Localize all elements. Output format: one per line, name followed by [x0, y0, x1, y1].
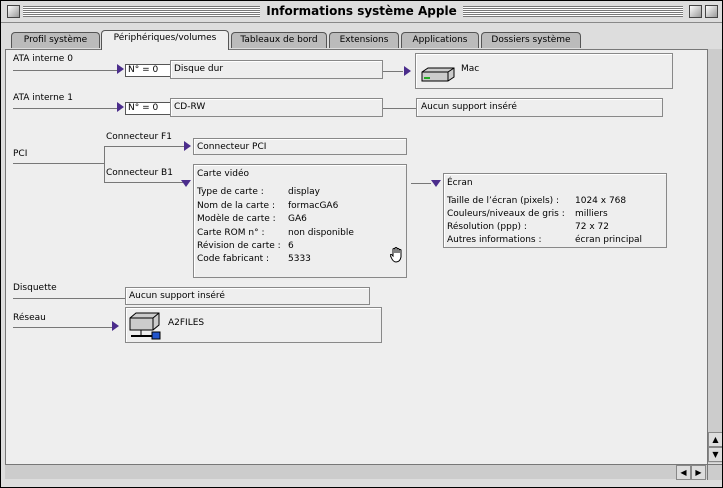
hand-cursor-icon [389, 247, 404, 263]
pci-bus-line [13, 163, 104, 164]
tab-bar: Profil système Périphériques/volumes Tab… [1, 23, 722, 50]
tab-extensions[interactable]: Extensions [329, 32, 399, 48]
grow-box-icon[interactable] [707, 464, 722, 480]
ata0-volume-line [383, 71, 403, 72]
card-row-value: non disponible [288, 228, 354, 238]
screen-row-key: Couleurs/niveaux de gris : [447, 209, 565, 219]
floppy-connector-line [13, 298, 125, 299]
ata1-media-line [383, 108, 416, 109]
window-title-wrap: Informations système Apple [1, 4, 722, 18]
screen-title: Écran [447, 178, 473, 188]
ata1-device-name: CD-RW [174, 102, 206, 112]
screen-box: Écran Taille de l’écran (pixels) : 1024 … [443, 173, 667, 248]
screen-row-value: 1024 x 768 [575, 196, 627, 206]
ata0-volume-box: Mac [415, 53, 673, 89]
ata1-label: ATA interne 1 [13, 93, 73, 103]
screen-disclosure-triangle[interactable] [431, 180, 441, 187]
pci-f1-label: Connecteur F1 [106, 132, 172, 142]
window-title: Informations système Apple [260, 4, 463, 18]
floppy-media-box: Aucun support inséré [125, 287, 370, 305]
screen-row-key: Résolution (ppp) : [447, 222, 527, 232]
zoom-box[interactable] [689, 5, 702, 18]
ata1-connector-line [13, 108, 117, 109]
network-label: Réseau [13, 313, 46, 323]
ata0-volume-disclosure-triangle[interactable] [404, 66, 411, 76]
network-disclosure-triangle[interactable] [112, 321, 119, 331]
network-volume-name[interactable]: A2FILES [168, 318, 204, 328]
tab-peripheriques-volumes[interactable]: Périphériques/volumes [101, 30, 229, 50]
pci-b1-label: Connecteur B1 [106, 168, 173, 178]
tab-tableaux-de-bord[interactable]: Tableaux de bord [231, 32, 327, 48]
pci-f1-disclosure-triangle[interactable] [184, 141, 191, 151]
scroll-left-arrow-icon[interactable]: ◀ [676, 465, 691, 480]
scroll-right-arrow-icon[interactable]: ▶ [691, 465, 706, 480]
ata0-device-name: Disque dur [174, 64, 224, 74]
ata1-device-box: CD-RW [170, 98, 383, 117]
tab-profil-systeme[interactable]: Profil système [11, 32, 100, 48]
floppy-label: Disquette [13, 283, 57, 293]
system-info-window: Informations système Apple Profil systèm… [0, 0, 723, 488]
scroll-up-arrow-icon[interactable]: ▲ [708, 432, 722, 447]
network-volume-icon [128, 310, 162, 340]
screen-row-value: 72 x 72 [575, 222, 609, 232]
pci-f1-line [104, 146, 184, 147]
ata0-volume-name[interactable]: Mac [461, 64, 479, 74]
ata0-disclosure-triangle[interactable] [117, 64, 124, 74]
network-volume-box: A2FILES [125, 307, 382, 343]
pci-b1-disclosure-triangle[interactable] [181, 180, 191, 187]
ata0-device-box: Disque dur [170, 60, 383, 79]
card-row-key: Modèle de carte : [197, 214, 276, 224]
ata1-disclosure-triangle[interactable] [117, 102, 124, 112]
pci-label: PCI [13, 149, 28, 159]
screen-row-value: écran principal [575, 235, 643, 245]
card-row-key: Type de carte : [197, 187, 264, 197]
card-row-key: Carte ROM n° : [197, 228, 265, 238]
card-row-value: GA6 [288, 214, 307, 224]
network-connector-line [13, 327, 112, 328]
ata1-media-box: Aucun support inséré [416, 98, 663, 117]
scroll-down-arrow-icon[interactable]: ▼ [708, 447, 722, 462]
screen-connector-line [411, 183, 431, 184]
card-row-key: Révision de carte : [197, 241, 281, 251]
pci-b1-line [104, 182, 184, 183]
screen-row-key: Autres informations : [447, 235, 542, 245]
ata0-label: ATA interne 0 [13, 54, 73, 64]
pci-f1-content: Connecteur PCI [197, 142, 267, 152]
card-row-value: display [288, 187, 320, 197]
video-card-box: Carte vidéo Type de carte : display Nom … [193, 164, 407, 278]
card-row-value: formacGA6 [288, 201, 339, 211]
screen-row-key: Taille de l’écran (pixels) : [447, 196, 560, 206]
card-row-key: Nom de la carte : [197, 201, 275, 211]
hard-disk-icon [420, 67, 456, 82]
ata0-id-field: N° = 0 [125, 64, 171, 77]
horizontal-scrollbar[interactable]: ◀ ▶ [5, 464, 707, 480]
screen-row-value: milliers [575, 209, 608, 219]
tab-applications[interactable]: Applications [401, 32, 479, 48]
title-bar[interactable]: Informations système Apple [1, 1, 722, 23]
tab-dossiers-systeme[interactable]: Dossiers système [481, 32, 581, 48]
vertical-scrollbar[interactable]: ▲ ▼ [707, 49, 722, 463]
card-row-key: Code fabricant : [197, 254, 270, 264]
video-card-title: Carte vidéo [197, 169, 250, 179]
ata0-connector-line [13, 70, 117, 71]
devices-pane: ATA interne 0 N° = 0 Disque dur Mac ATA … [5, 49, 708, 465]
ata1-id-field: N° = 0 [125, 102, 171, 115]
floppy-media-status: Aucun support inséré [129, 291, 225, 301]
collapse-box[interactable] [705, 5, 718, 18]
pci-branch-line [104, 146, 105, 182]
card-row-value: 5333 [288, 254, 311, 264]
ata1-media-status: Aucun support inséré [421, 102, 517, 112]
pci-f1-box: Connecteur PCI [193, 138, 407, 155]
card-row-value: 6 [288, 241, 294, 251]
